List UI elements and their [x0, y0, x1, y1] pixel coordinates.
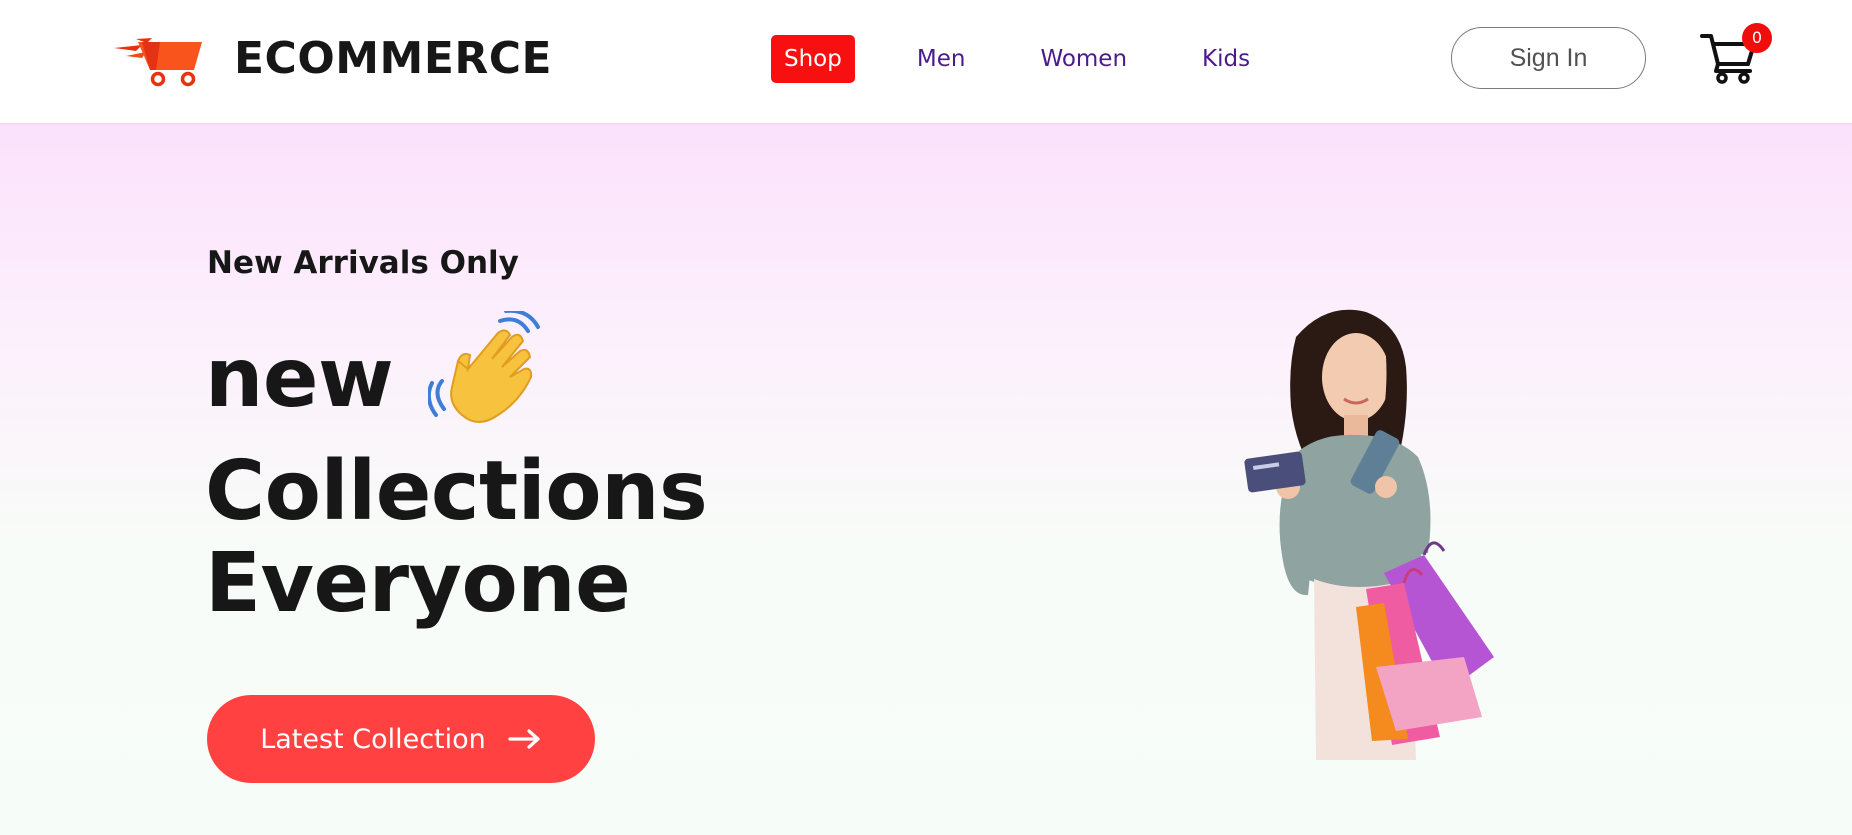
- hero-title-line-2: Collections: [205, 444, 708, 539]
- nav-item-men[interactable]: Men: [917, 46, 966, 72]
- brand-logo[interactable]: ECOMMERCE: [112, 28, 552, 88]
- cart-count-badge: 0: [1742, 23, 1772, 53]
- navbar: ECOMMERCE Shop Men Women Kids Sign In 0: [0, 0, 1852, 123]
- latest-collection-label: Latest Collection: [260, 723, 486, 755]
- brand-name: ECOMMERCE: [234, 32, 553, 84]
- woman-with-shopping-bags-image: [1244, 309, 1494, 760]
- hero-title-line-3: Everyone: [205, 536, 631, 631]
- waving-hand-icon: [428, 311, 540, 423]
- nav-item-kids[interactable]: Kids: [1202, 46, 1250, 72]
- shopping-cart-logo-icon: [114, 38, 202, 87]
- sign-in-button[interactable]: Sign In: [1451, 27, 1646, 89]
- hero-section: New Arrivals Only new Collections Everyo…: [0, 123, 1852, 835]
- main-nav: Shop Men Women Kids: [771, 35, 1250, 83]
- arrow-right-icon: [508, 729, 540, 749]
- nav-item-women[interactable]: Women: [1040, 46, 1127, 72]
- hero-title-line-1: new: [205, 331, 394, 426]
- hero-subtitle: New Arrivals Only: [207, 245, 519, 281]
- latest-collection-button[interactable]: Latest Collection: [207, 695, 595, 783]
- nav-item-shop[interactable]: Shop: [771, 35, 855, 83]
- cart-button[interactable]: 0: [1700, 23, 1772, 86]
